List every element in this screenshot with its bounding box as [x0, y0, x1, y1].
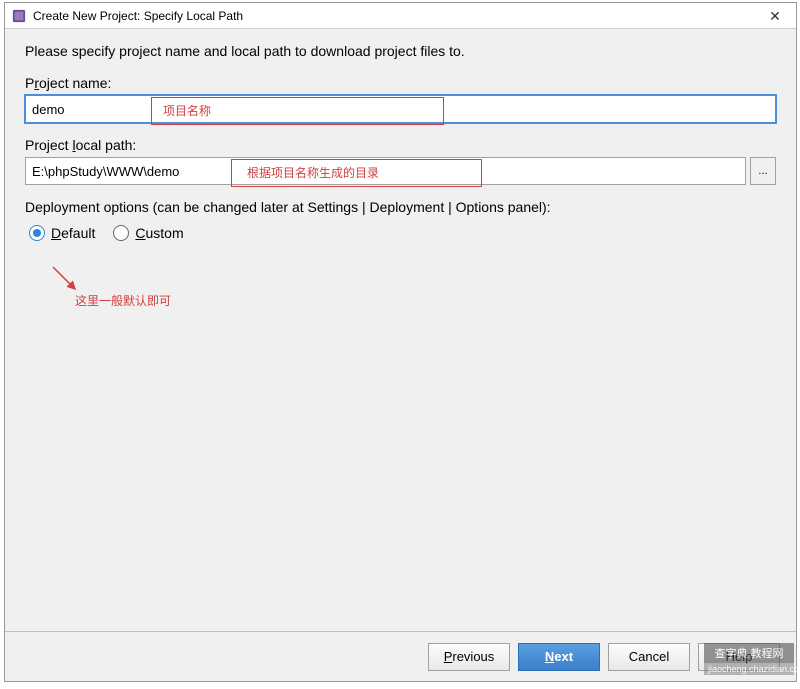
- previous-button[interactable]: Previous: [428, 643, 510, 671]
- next-button[interactable]: Next: [518, 643, 600, 671]
- deployment-radio-group: Default Custom: [29, 225, 776, 241]
- instruction-text: Please specify project name and local pa…: [25, 43, 776, 59]
- project-path-input[interactable]: [25, 157, 746, 185]
- dialog-content: Please specify project name and local pa…: [5, 29, 796, 631]
- project-path-label: Project local path:: [25, 137, 776, 153]
- title-bar: Create New Project: Specify Local Path ✕: [5, 3, 796, 29]
- radio-default-circle: [29, 225, 45, 241]
- radio-default[interactable]: Default: [29, 225, 95, 241]
- annotation-arrow: [45, 259, 85, 299]
- project-name-input[interactable]: [25, 95, 776, 123]
- project-path-group: Project local path: ... 根据项目名称生成的目录: [25, 137, 776, 185]
- deployment-options-label: Deployment options (can be changed later…: [25, 199, 776, 215]
- radio-custom-circle: [113, 225, 129, 241]
- project-name-label: Project name:: [25, 75, 776, 91]
- dialog-window: Create New Project: Specify Local Path ✕…: [4, 2, 797, 682]
- app-icon: [11, 8, 27, 24]
- button-bar: Previous Next Cancel Help: [5, 631, 796, 681]
- radio-default-label: Default: [51, 225, 95, 241]
- radio-custom-label: Custom: [135, 225, 183, 241]
- annotation-radio-hint: 这里一般默认即可: [75, 292, 171, 309]
- close-button[interactable]: ✕: [754, 3, 796, 29]
- radio-custom[interactable]: Custom: [113, 225, 183, 241]
- browse-button[interactable]: ...: [750, 157, 776, 185]
- title-text: Create New Project: Specify Local Path: [33, 9, 243, 23]
- project-name-group: Project name: 项目名称: [25, 75, 776, 123]
- cancel-button[interactable]: Cancel: [608, 643, 690, 671]
- help-button[interactable]: Help: [698, 643, 780, 671]
